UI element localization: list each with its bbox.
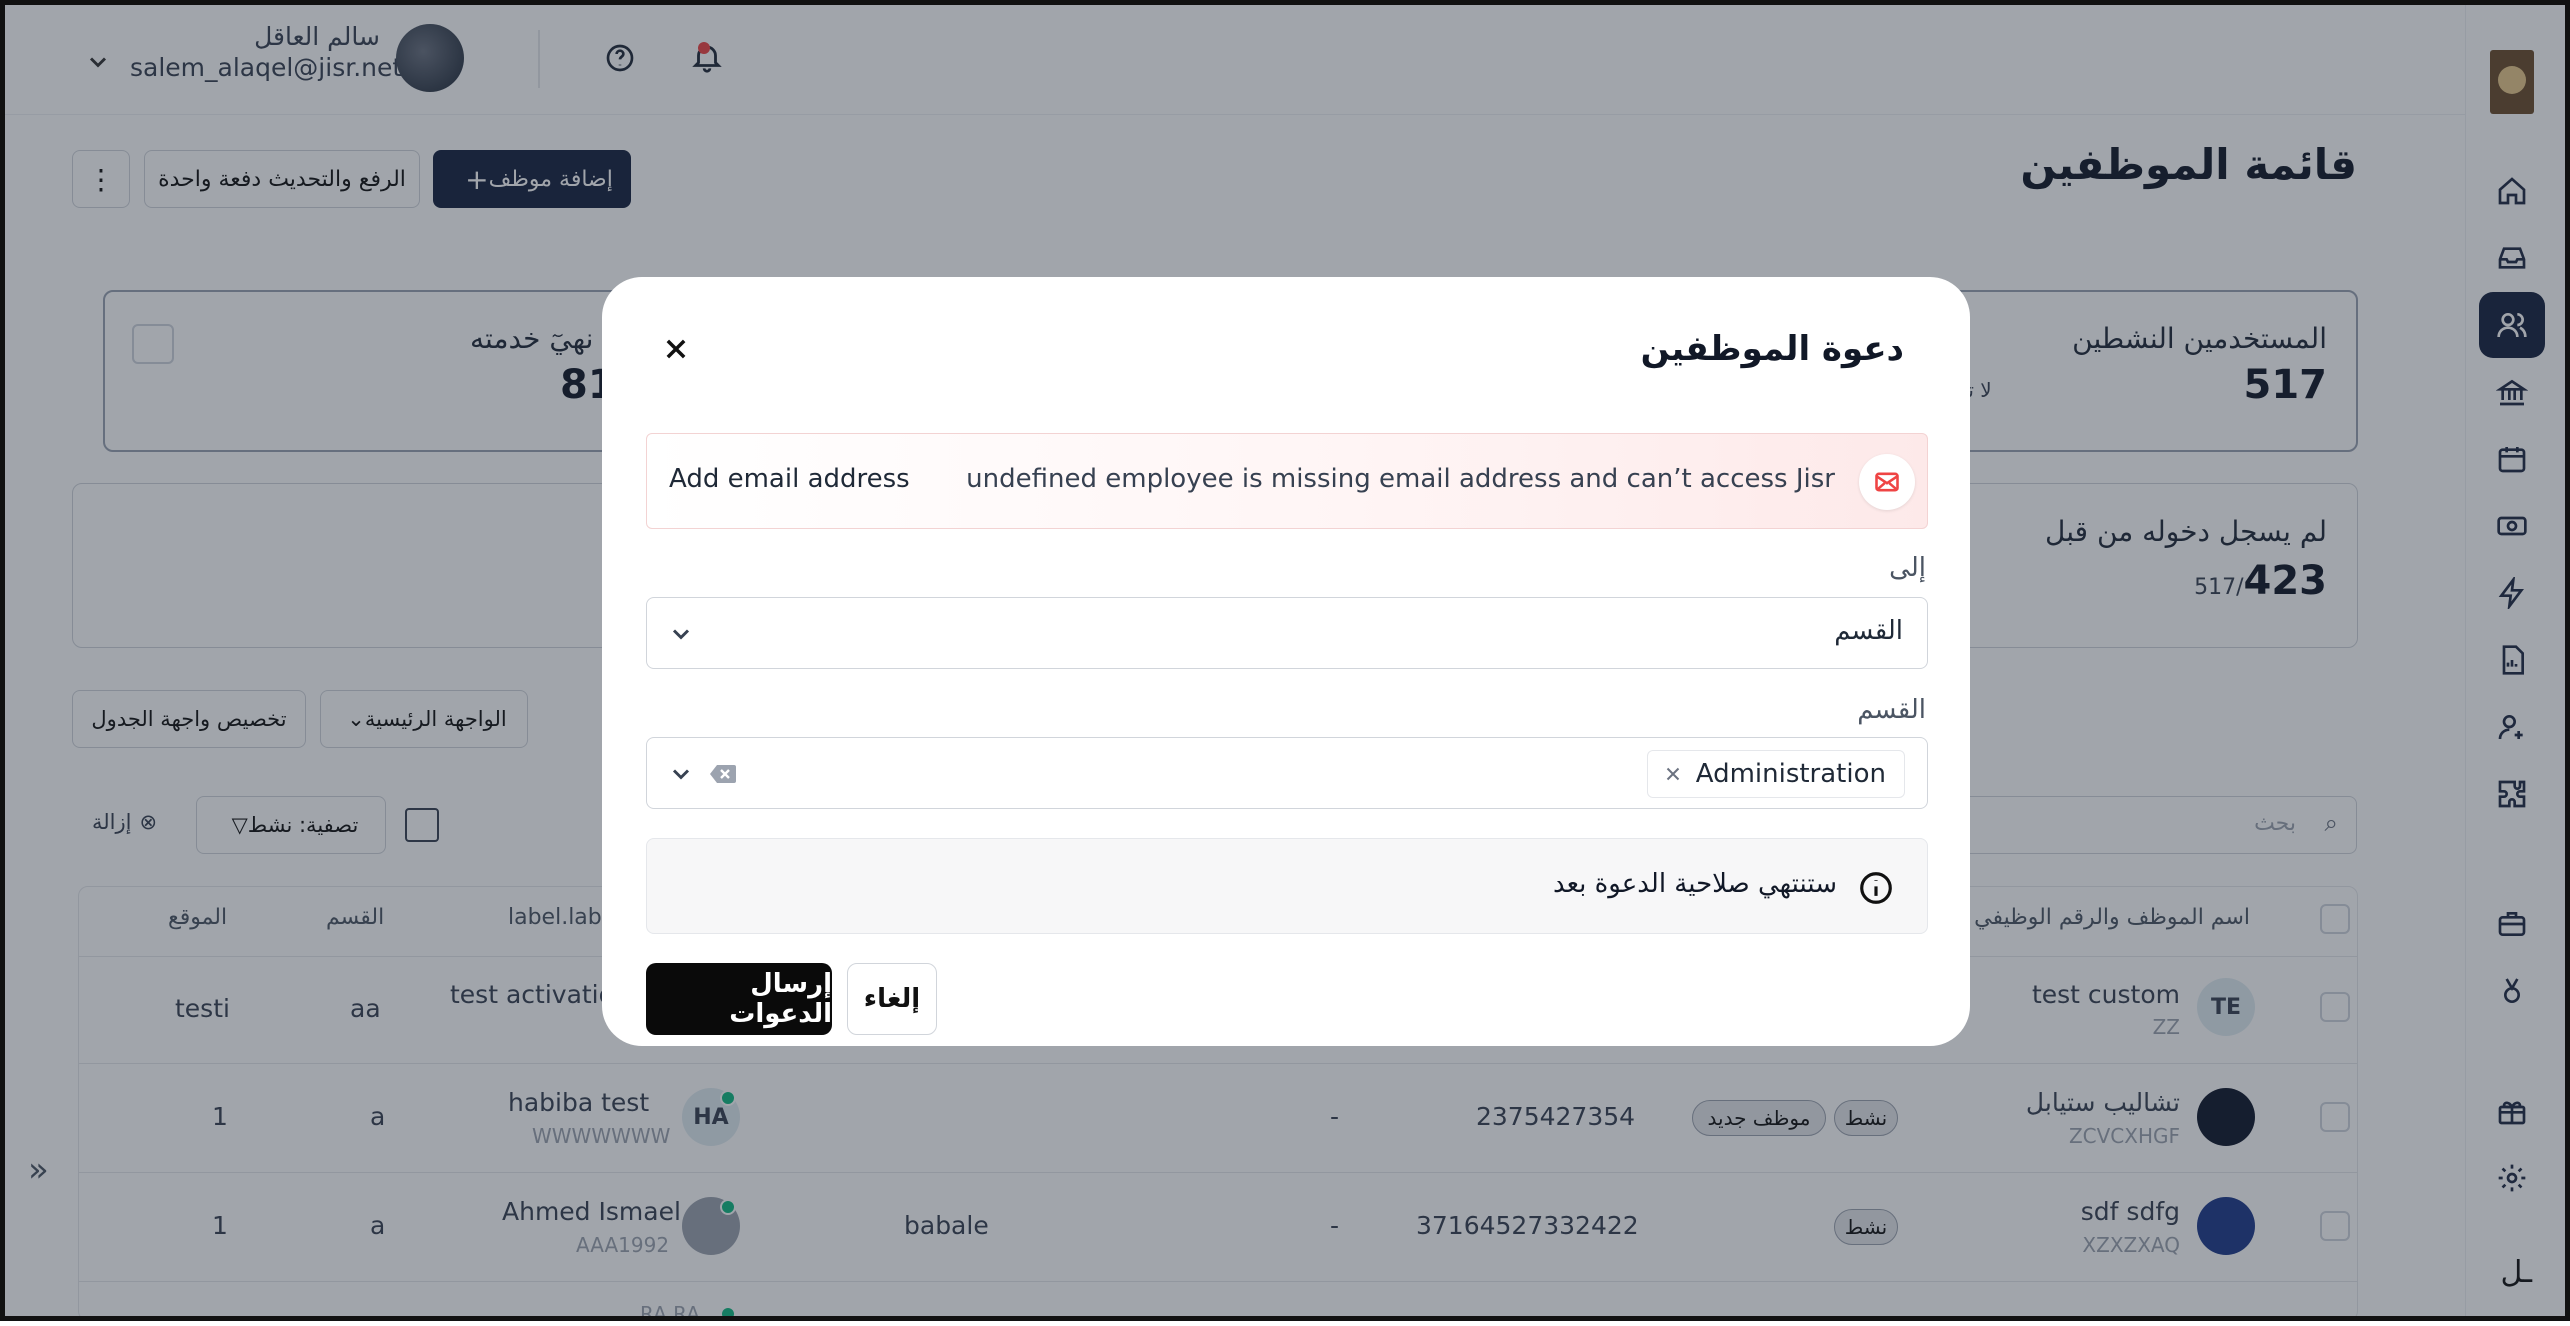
department-tag: Administration <box>1646 750 1905 798</box>
clear-all-icon[interactable] <box>709 762 737 786</box>
info-icon <box>1857 869 1895 907</box>
cancel-button[interactable]: إلغاء <box>847 963 937 1035</box>
department-tag-label: Administration <box>1695 759 1886 789</box>
missing-email-warning: undefined employee is missing email addr… <box>646 433 1928 529</box>
to-select-value: القسم <box>1834 616 1903 646</box>
warning-text: undefined employee is missing email addr… <box>966 464 1835 494</box>
chevron-down-icon[interactable] <box>667 760 695 788</box>
expiry-info-box: ستنتهي صلاحية الدعوة بعد <box>646 838 1928 934</box>
invite-employees-modal: دعوة الموظفين undefined employee is miss… <box>602 277 1970 1046</box>
department-label: القسم <box>1857 695 1926 725</box>
close-icon[interactable] <box>658 331 694 367</box>
chevron-down-icon <box>667 620 695 648</box>
department-multiselect[interactable]: Administration <box>646 737 1928 809</box>
send-invitations-button[interactable]: إرسال الدعوات <box>646 963 832 1035</box>
modal-title: دعوة الموظفين <box>1640 329 1904 369</box>
add-email-link[interactable]: Add email address <box>669 464 910 494</box>
to-label: إلى <box>1889 553 1926 583</box>
to-select[interactable]: القسم <box>646 597 1928 669</box>
expiry-info-text: ستنتهي صلاحية الدعوة بعد <box>1552 869 1837 899</box>
remove-tag-icon[interactable] <box>1662 763 1684 785</box>
mail-icon <box>1859 454 1915 510</box>
